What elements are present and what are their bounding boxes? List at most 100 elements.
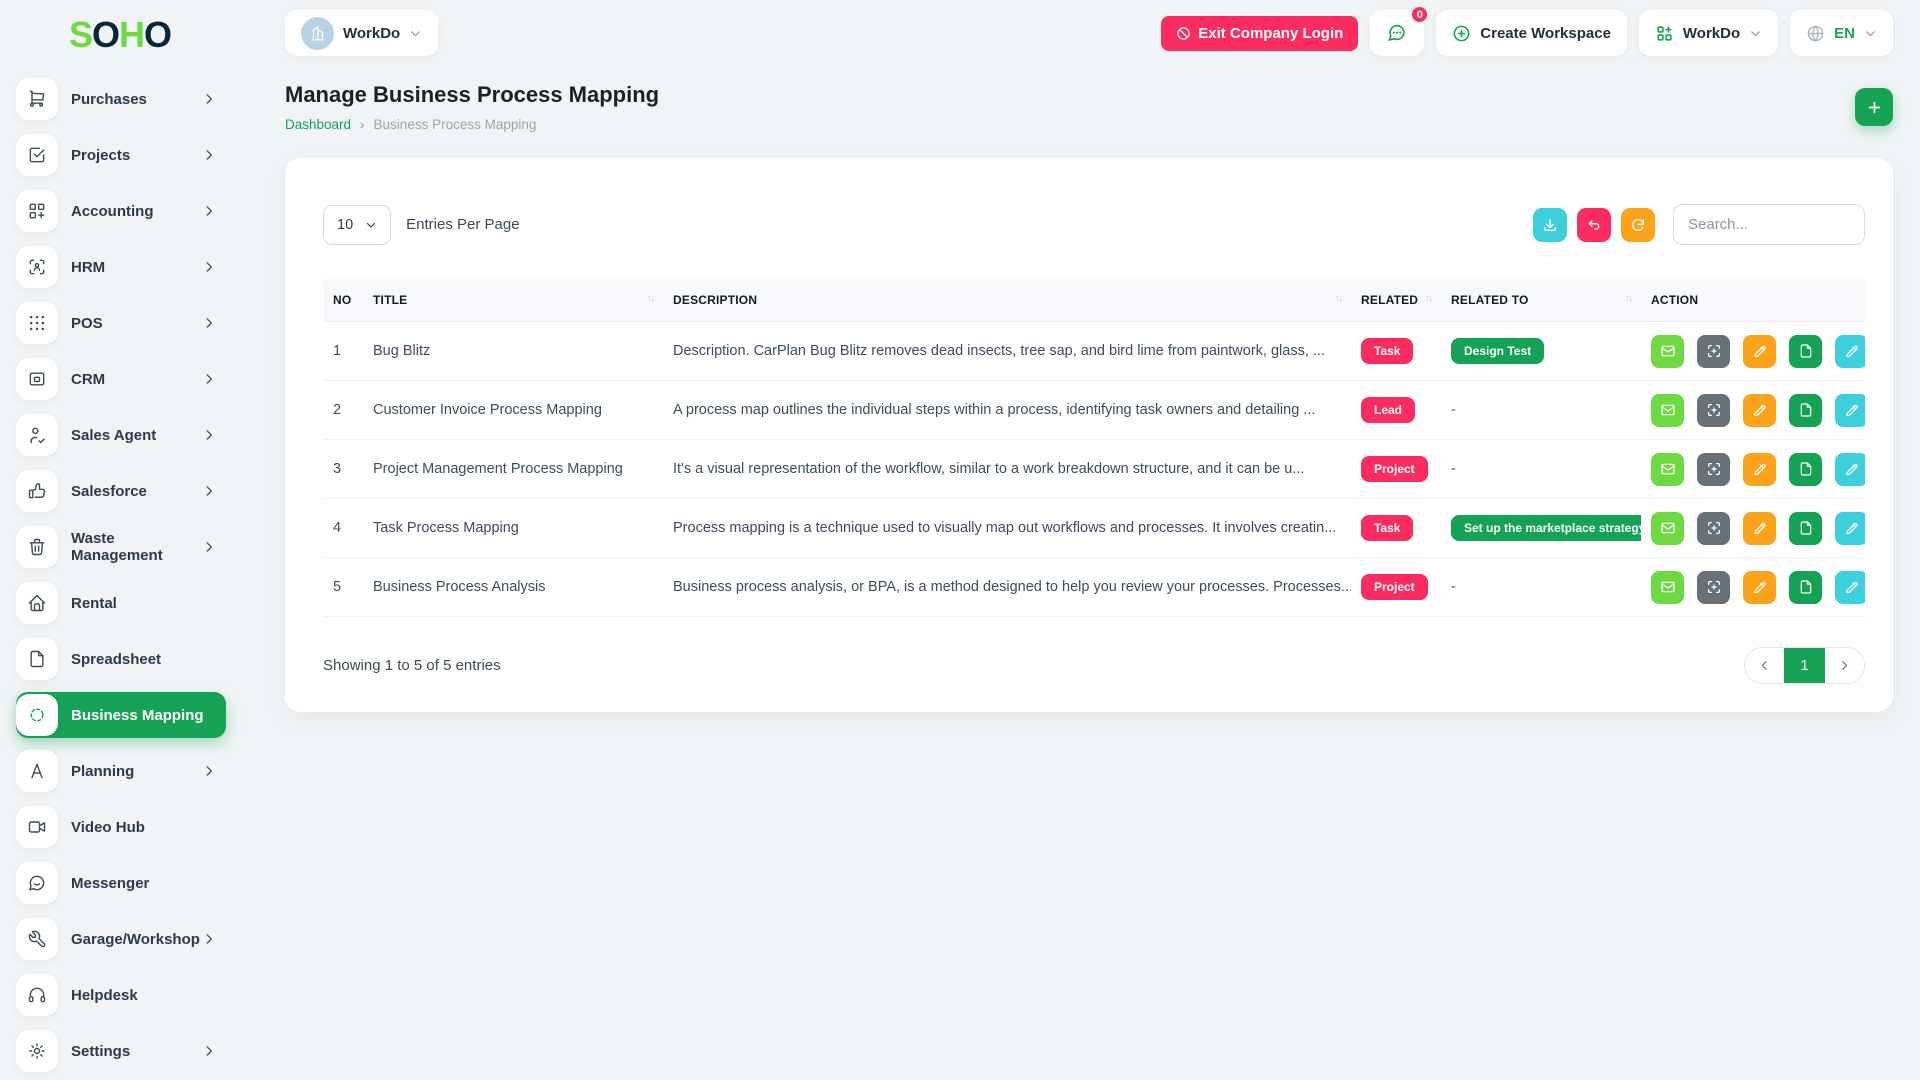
file-button[interactable] [1789,512,1822,545]
entries-per-page-select[interactable]: 10 [323,205,391,245]
sidebar-item-rental[interactable]: Rental [16,580,226,626]
prev-page-button[interactable] [1745,648,1784,683]
edit-alt-button[interactable] [1835,571,1865,604]
sidebar-item-spreadsheet[interactable]: Spreadsheet [16,636,226,682]
file-button[interactable] [1789,394,1822,427]
sidebar-item-purchases[interactable]: Purchases [16,76,226,122]
email-button[interactable] [1651,453,1684,486]
refresh-button[interactable] [1621,208,1655,242]
download-icon [1542,217,1558,233]
scan-button[interactable] [1697,394,1730,427]
related-badge: Project [1361,456,1428,482]
scan-button[interactable] [1697,335,1730,368]
edit-alt-button[interactable] [1835,335,1865,368]
col-no[interactable]: NO [323,279,363,322]
sidebar-item-waste-management[interactable]: Waste Management [16,524,226,570]
page-title: Manage Business Process Mapping [285,82,659,108]
table-toolbar: 10 Entries Per Page [323,204,1865,245]
edit-button[interactable] [1743,571,1776,604]
sidebar-item-salesforce[interactable]: Salesforce [16,468,226,514]
chevron-right-icon [202,764,216,778]
related-to-empty: - [1451,579,1456,595]
download-button[interactable] [1533,208,1567,242]
sidebar-item-messenger[interactable]: Messenger [16,860,226,906]
sidebar-item-helpdesk[interactable]: Helpdesk [16,972,226,1018]
col-title[interactable]: ↑↓TITLE [363,279,663,322]
row-description: A process map outlines the individual st… [663,381,1351,440]
breadcrumb-dashboard-link[interactable]: Dashboard [285,117,351,132]
undo-button[interactable] [1577,208,1611,242]
current-page[interactable]: 1 [1784,648,1825,683]
sidebar-item-hrm[interactable]: HRM [16,244,226,290]
topbar-actions: Exit Company Login 0 Create Workspace Wo… [1161,10,1893,56]
mappings-table: NO ↑↓TITLE ↑↓DESCRIPTION ↑↓RELATED ↑↓REL… [323,279,1865,617]
chevron-right-icon [202,484,216,498]
chevron-right-icon [202,204,216,218]
row-description: It's a visual representation of the work… [663,440,1351,499]
file-button[interactable] [1789,453,1822,486]
row-title: Project Management Process Mapping [363,440,663,499]
edit-button[interactable] [1743,394,1776,427]
sidebar-item-video-hub[interactable]: Video Hub [16,804,226,850]
col-related-to[interactable]: ↑↓RELATED TO [1441,279,1641,322]
edit-alt-button[interactable] [1835,512,1865,545]
mail-icon [1660,520,1676,536]
workspace-switcher[interactable]: WorkDo [1639,10,1778,56]
email-button[interactable] [1651,571,1684,604]
add-mapping-button[interactable] [1855,88,1893,126]
search-input[interactable] [1673,204,1865,245]
sidebar-item-crm[interactable]: CRM [16,356,226,402]
sidebar-item-settings[interactable]: Settings [16,1028,226,1074]
scan-button[interactable] [1697,453,1730,486]
email-button[interactable] [1651,394,1684,427]
sidebar-item-garage-workshop[interactable]: Garage/Workshop [16,916,226,962]
edit-alt-button[interactable] [1835,394,1865,427]
pencil-icon [1844,579,1860,595]
chevron-right-icon [202,316,216,330]
language-selector[interactable]: EN [1790,10,1893,56]
file-button[interactable] [1789,335,1822,368]
create-workspace-button[interactable]: Create Workspace [1436,10,1627,56]
exit-company-login-button[interactable]: Exit Company Login [1161,16,1358,51]
row-title: Business Process Analysis [363,558,663,617]
sidebar-item-accounting[interactable]: Accounting [16,188,226,234]
sidebar-item-business-mapping[interactable]: Business Mapping [16,692,226,738]
pencil-icon [1752,520,1768,536]
scan-plus-icon [1706,520,1722,536]
email-button[interactable] [1651,512,1684,545]
table-row: 4 Task Process Mapping Process mapping i… [323,499,1865,558]
messages-button[interactable]: 0 [1370,10,1424,56]
file-button[interactable] [1789,571,1822,604]
next-page-button[interactable] [1825,648,1864,683]
file-icon [1798,520,1814,536]
letter-a-icon [16,750,58,792]
email-button[interactable] [1651,335,1684,368]
edit-button[interactable] [1743,335,1776,368]
sidebar-item-pos[interactable]: POS [16,300,226,346]
grid-add-icon [1655,24,1674,43]
scan-button[interactable] [1697,512,1730,545]
table-card: 10 Entries Per Page NO ↑↓TITLE ↑↓DESCRIP… [285,158,1893,712]
sidebar-item-planning[interactable]: Planning [16,748,226,794]
breadcrumb-separator: › [360,117,365,132]
sidebar-item-sales-agent[interactable]: Sales Agent [16,412,226,458]
refresh-icon [1630,217,1646,233]
thumb-up-icon [16,470,58,512]
col-related[interactable]: ↑↓RELATED [1351,279,1441,322]
table-footer: Showing 1 to 5 of 5 entries 1 [323,647,1865,684]
user-check-icon [16,414,58,456]
edit-button[interactable] [1743,453,1776,486]
main-content: WorkDo Exit Company Login 0 Create Works… [240,0,1920,1080]
mail-icon [1660,343,1676,359]
col-description[interactable]: ↑↓DESCRIPTION [663,279,1351,322]
edit-alt-button[interactable] [1835,453,1865,486]
file-icon [1798,579,1814,595]
sidebar-item-projects[interactable]: Projects [16,132,226,178]
edit-button[interactable] [1743,512,1776,545]
grid-plus-icon [16,190,58,232]
workspace-selector[interactable]: WorkDo [285,10,438,56]
scan-button[interactable] [1697,571,1730,604]
breadcrumb: Dashboard › Business Process Mapping [285,117,659,132]
row-description: Description. CarPlan Bug Blitz removes d… [663,322,1351,381]
pencil-icon [1844,343,1860,359]
